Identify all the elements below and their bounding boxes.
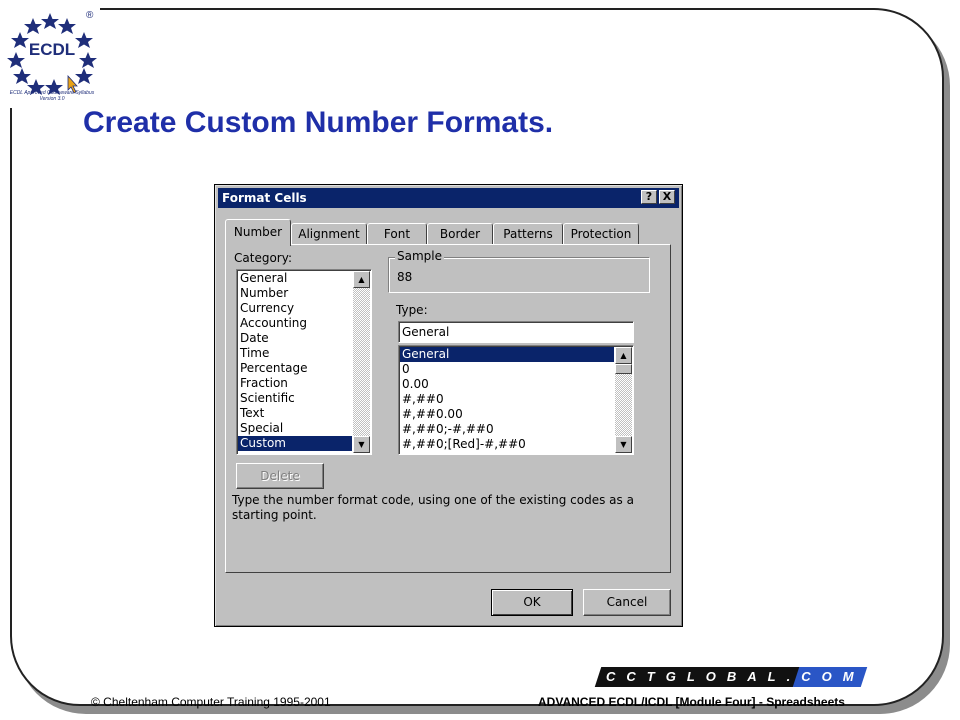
help-button[interactable]: ?	[641, 190, 657, 204]
tab-border[interactable]: Border	[427, 223, 493, 245]
logo-subtitle: ECDL Approved Courseware Syllabus Versio…	[9, 90, 95, 102]
footer-module: ADVANCED ECDL/ICDL [Module Four] - Sprea…	[538, 695, 845, 709]
tab-alignment[interactable]: Alignment	[291, 223, 367, 245]
category-item[interactable]: Text	[238, 406, 352, 421]
cancel-button[interactable]: Cancel	[583, 589, 671, 616]
scroll-up-icon[interactable]: ▲	[353, 271, 370, 288]
scroll-down-icon[interactable]: ▼	[353, 436, 370, 453]
type-item[interactable]: #,##0;-#,##0	[400, 422, 614, 437]
type-item[interactable]: 0.00	[400, 377, 614, 392]
category-scrollbar[interactable]: ▲ ▼	[353, 271, 370, 453]
scroll-down-icon[interactable]: ▼	[615, 436, 632, 453]
type-input-value: General	[402, 325, 450, 339]
brand-left-text: CCTGLOBAL	[606, 669, 787, 684]
category-item[interactable]: Percentage	[238, 361, 352, 376]
type-scrollbar[interactable]: ▲ ▼	[615, 347, 632, 453]
type-input[interactable]: General	[398, 321, 634, 343]
category-item[interactable]: Currency	[238, 301, 352, 316]
type-item[interactable]: #,##0.00	[400, 407, 614, 422]
scroll-up-icon[interactable]: ▲	[615, 347, 632, 364]
type-label: Type:	[396, 303, 428, 317]
category-label: Category:	[234, 251, 292, 265]
category-item[interactable]: Date	[238, 331, 352, 346]
tab-patterns[interactable]: Patterns	[493, 223, 563, 245]
registered-mark: ®	[86, 10, 94, 21]
footer-copyright: © Cheltenham Computer Training 1995-2001	[91, 695, 331, 709]
category-item[interactable]: Accounting	[238, 316, 352, 331]
category-item[interactable]: Scientific	[238, 391, 352, 406]
category-item[interactable]: Number	[238, 286, 352, 301]
brand-right-text: .COM	[786, 669, 865, 684]
logo-text: ECDL	[28, 40, 76, 59]
dialog-title: Format Cells	[222, 191, 307, 205]
delete-button[interactable]: Delete	[236, 463, 324, 489]
category-item[interactable]: Time	[238, 346, 352, 361]
scroll-thumb[interactable]	[615, 364, 632, 374]
sample-label: Sample	[395, 249, 444, 263]
category-item[interactable]: Fraction	[238, 376, 352, 391]
tab-protection[interactable]: Protection	[563, 223, 639, 245]
type-list[interactable]: General 0 0.00 #,##0 #,##0.00 #,##0;-#,#…	[398, 345, 634, 455]
type-item[interactable]: 0	[400, 362, 614, 377]
tab-font[interactable]: Font	[367, 223, 427, 245]
category-list[interactable]: General Number Currency Accounting Date …	[236, 269, 372, 455]
slide-title: Create Custom Number Formats.	[83, 106, 554, 139]
ecdl-logo: ECDL ECDL Approved Courseware Syllabus V…	[4, 4, 100, 108]
type-item-selected[interactable]: General	[400, 347, 614, 362]
description-text: Type the number format code, using one o…	[232, 493, 634, 522]
sample-value: 88	[397, 270, 413, 284]
cctglobal-banner: CCTGLOBAL.COM	[594, 667, 868, 687]
category-item[interactable]: Special	[238, 421, 352, 436]
format-cells-dialog: Format Cells ? X Number Alignment Font B…	[214, 184, 683, 627]
type-item[interactable]: #,##0;[Red]-#,##0	[400, 437, 614, 452]
ok-button[interactable]: OK	[491, 589, 573, 616]
dialog-titlebar[interactable]: Format Cells ? X	[218, 188, 679, 208]
type-item[interactable]: #,##0	[400, 392, 614, 407]
tab-number[interactable]: Number	[225, 219, 291, 246]
category-item[interactable]: General	[238, 271, 352, 286]
category-item-selected[interactable]: Custom	[238, 436, 352, 451]
number-tab-panel: Category: General Number Currency Accoun…	[225, 244, 671, 573]
sample-group: Sample 88	[388, 249, 650, 293]
close-button[interactable]: X	[659, 190, 675, 204]
